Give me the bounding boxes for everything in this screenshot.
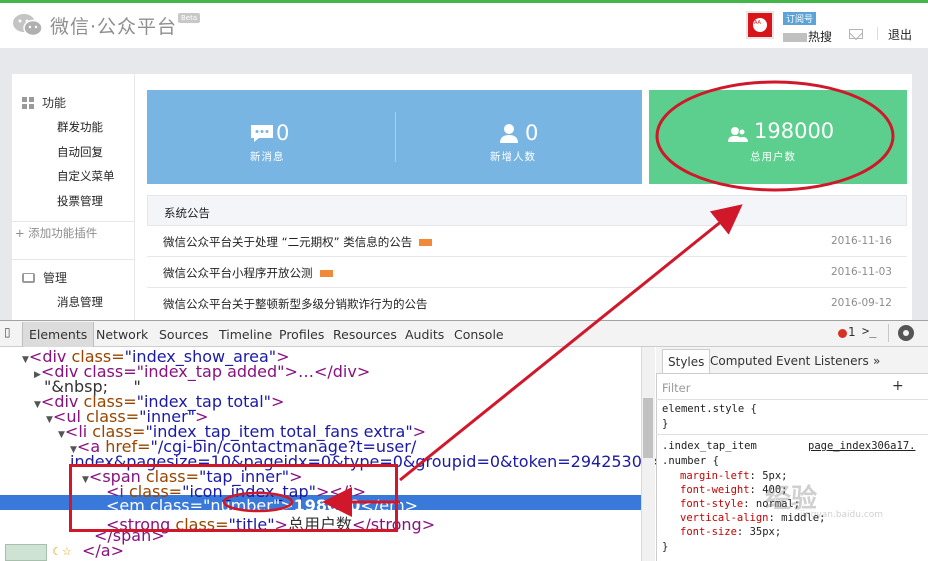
list-item[interactable]: 微信公众平台小程序开放公测 2016-11-03	[147, 257, 907, 288]
tab-network[interactable]: Network	[96, 327, 148, 342]
list-item[interactable]: 微信公众平台关于整顿新型多级分销欺诈行为的公告 2016-09-12	[147, 288, 907, 319]
styles-filter-input[interactable]: Filter	[662, 381, 690, 395]
tab-computed[interactable]: Computed	[710, 354, 772, 368]
thumbnail-image	[5, 544, 47, 561]
watermark-url: jingyan.baidu.com	[800, 510, 884, 520]
css-declaration[interactable]: font-size: 35px;	[680, 526, 781, 538]
tile-divider	[395, 112, 396, 162]
styles-divider	[656, 399, 928, 400]
tab-event-listeners[interactable]: Event Listeners	[776, 354, 869, 368]
error-icon[interactable]	[838, 329, 847, 338]
gear-icon[interactable]	[898, 325, 914, 341]
wechat-logo-icon	[12, 13, 44, 39]
users-group-icon	[728, 126, 748, 146]
announcement-date: 2016-09-12	[830, 297, 892, 309]
styles-tabs: Styles Computed Event Listeners »	[656, 347, 928, 374]
sidebar-item-messages[interactable]: 消息管理	[57, 294, 103, 310]
new-messages-value: 0	[276, 121, 290, 145]
sidebar-item-auto-reply[interactable]: 自动回复	[57, 144, 103, 160]
redacted-name	[783, 33, 807, 42]
add-rule-button[interactable]: +	[892, 378, 904, 394]
announcement-link[interactable]: 微信公众平台小程序开放公测	[163, 265, 333, 281]
sidebar-item-mass-send[interactable]: 群发功能	[57, 119, 103, 135]
account-type-badge: 订阅号	[783, 12, 817, 25]
logo[interactable]: 微信·公众平台	[12, 12, 177, 39]
tab-console[interactable]: Console	[454, 327, 504, 342]
brand-name: 微信·公众平台	[50, 16, 178, 38]
announcement-date: 2016-11-03	[830, 266, 892, 278]
sidebar-divider	[12, 259, 134, 260]
tab-elements[interactable]: Elements	[22, 322, 95, 347]
announcements-header: 系统公告	[147, 195, 907, 226]
tab-resources[interactable]: Resources	[333, 327, 397, 342]
scrollbar-thumb[interactable]	[643, 398, 653, 458]
rule-close-brace: }	[662, 541, 669, 553]
new-messages-label: 新消息	[250, 151, 285, 163]
sidebar-item-custom-menu[interactable]: 自定义菜单	[57, 168, 115, 184]
sidebar-item-vote[interactable]: 投票管理	[57, 193, 103, 209]
console-drawer-icon[interactable]: >_	[862, 324, 876, 338]
avatar-text: AA	[754, 20, 761, 26]
new-users-label: 新增人数	[490, 151, 536, 163]
account-avatar[interactable]: AA	[746, 11, 774, 39]
rule-source-link[interactable]: page_index306a17.	[808, 440, 915, 452]
inbox-icon	[22, 272, 35, 283]
sidebar-divider	[12, 221, 134, 222]
error-count[interactable]: 1	[848, 325, 856, 339]
element-style-rule[interactable]: element.style {	[662, 403, 757, 415]
list-item[interactable]: 微信公众平台关于处理 “二元期权” 类信息的公告 2016-11-16	[147, 226, 907, 257]
rule-selector[interactable]: .index_tap_item	[662, 440, 757, 452]
logout-link[interactable]: 退出	[888, 26, 912, 43]
top-bar: 微信·公众平台 Beta AA 订阅号 热搜 退出	[0, 0, 928, 48]
rule-close-brace: }	[662, 418, 669, 430]
tab-sources[interactable]: Sources	[159, 327, 208, 342]
sidebar-heading-manage: 管理	[22, 269, 67, 286]
styles-divider	[656, 434, 928, 435]
tab-profiles[interactable]: Profiles	[279, 327, 324, 342]
new-badge-icon	[319, 270, 333, 277]
beta-badge: Beta	[178, 13, 201, 23]
total-users-value: 198000	[754, 119, 835, 143]
grid-icon	[22, 96, 34, 109]
announcement-date: 2016-11-16	[830, 235, 892, 247]
total-users-label: 总用户数	[750, 151, 796, 163]
announcements-panel: 系统公告 微信公众平台关于处理 “二元期权” 类信息的公告 2016-11-16…	[147, 195, 907, 320]
devtools-toolbar: ▯ Elements Network Sources Timeline Prof…	[0, 320, 928, 347]
inspect-icon[interactable]: ▯	[4, 325, 11, 339]
tab-styles[interactable]: Styles	[662, 349, 711, 373]
sidebar-heading-functions: 功能	[22, 94, 66, 111]
announcements-title: 系统公告	[164, 206, 210, 220]
add-plugin-button[interactable]: + 添加功能插件	[15, 225, 97, 241]
header-divider	[877, 27, 878, 40]
rule-selector[interactable]: .number {	[662, 455, 719, 467]
toolbar-divider	[888, 324, 889, 342]
annotation-highlight-box	[69, 464, 398, 532]
tab-timeline[interactable]: Timeline	[219, 327, 272, 342]
mail-icon[interactable]	[849, 29, 863, 39]
user-icon	[499, 123, 519, 147]
new-users-value: 0	[525, 121, 539, 145]
new-badge-icon	[419, 239, 433, 246]
more-tabs-icon[interactable]: »	[873, 354, 880, 368]
announcement-link[interactable]: 微信公众平台关于整顿新型多级分销欺诈行为的公告	[163, 296, 428, 312]
dom-node-close: </a>	[82, 541, 125, 560]
tab-audits[interactable]: Audits	[405, 327, 444, 342]
moon-star-icon: ☾☆	[52, 545, 72, 558]
announcement-link[interactable]: 微信公众平台关于处理 “二元期权” 类信息的公告	[163, 234, 433, 250]
